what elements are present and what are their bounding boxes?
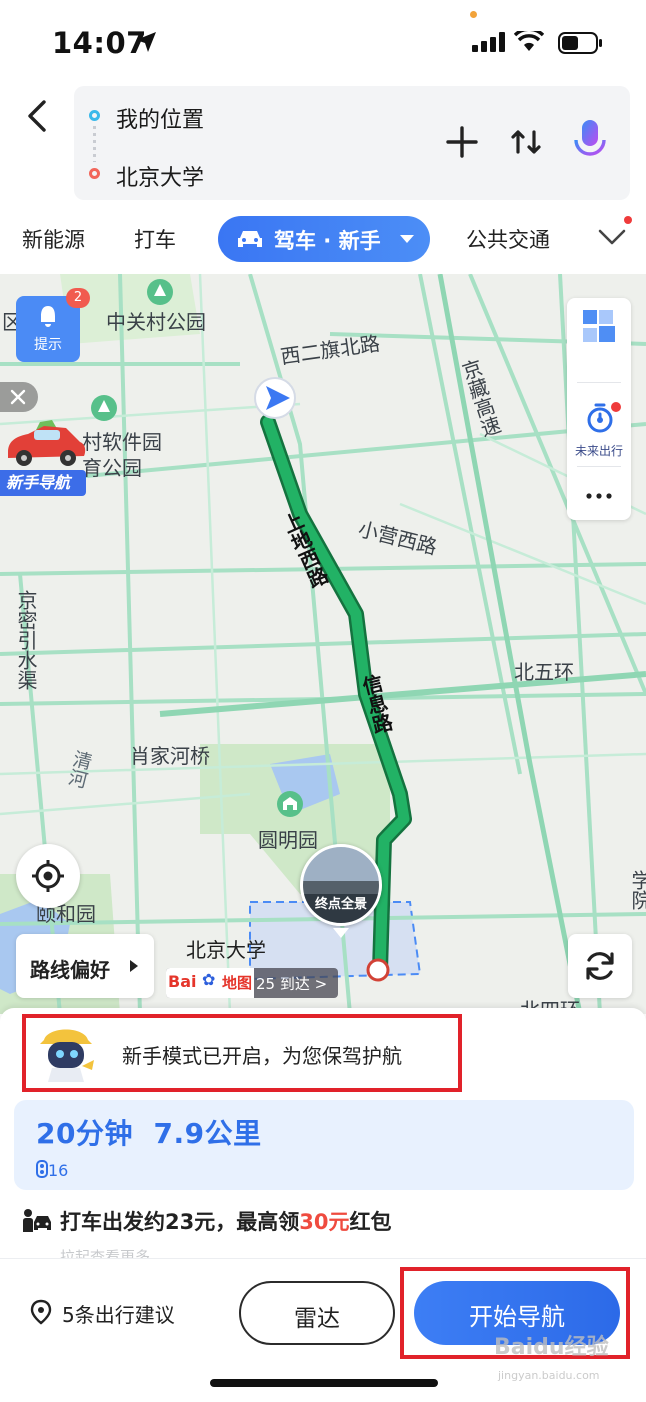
taxi-offer-text: 打车出发约23元，最高领30元红包 — [60, 1206, 391, 1236]
map-label-zhongguancun-park: 中关村公园 — [106, 310, 206, 334]
route-header: 我的位置 北京大学 — [0, 84, 646, 208]
route-duration-distance: 20分钟 7.9公里 — [36, 1112, 262, 1152]
route-input-box: 我的位置 北京大学 — [74, 86, 630, 200]
route-preference-label: 路线偏好 — [30, 958, 110, 982]
newbie-mode-text: 新手模式已开启，为您保驾护航 — [122, 1044, 402, 1068]
location-pin-icon — [30, 1299, 52, 1325]
status-time: 14:07 — [52, 26, 147, 60]
map-tools-panel: 未来出行 — [567, 298, 631, 520]
locate-me-button[interactable] — [16, 844, 80, 908]
newbie-nav-tag: 新手导航 — [0, 470, 86, 496]
tab-new-energy[interactable]: 新能源 — [22, 224, 85, 254]
destination-panorama[interactable]: 终点全景 — [300, 844, 382, 926]
eta-text: 25 到达 > — [256, 975, 328, 993]
taxi-person-icon — [23, 1209, 51, 1232]
battery-icon — [558, 32, 602, 54]
bottom-action-bar: 5条出行建议 雷达 开始导航 Baidu经验 jingyan.baidu.com — [0, 1258, 646, 1402]
crosshair-icon — [32, 860, 64, 892]
route-option-card[interactable]: 20分钟 7.9公里 16 — [14, 1100, 634, 1190]
route-distance: 7.9公里 — [153, 1117, 262, 1150]
radar-label: 雷达 — [294, 1306, 340, 1332]
expand-triangle-icon — [130, 960, 138, 972]
map-label-xiaojiahe-bridge: 肖家河桥 — [130, 744, 210, 768]
microphone-icon[interactable] — [570, 116, 610, 166]
baidu-paw-icon: ✿ — [202, 970, 216, 989]
panel-divider — [577, 382, 621, 383]
refresh-route-button[interactable] — [568, 934, 632, 998]
map-label-yuanmingyuan: 圆明园 — [258, 828, 318, 852]
panorama-pointer — [333, 928, 349, 938]
origin-field[interactable]: 我的位置 — [116, 102, 204, 134]
future-travel-label[interactable]: 未来出行 — [567, 442, 631, 459]
traffic-lights-value: 16 — [48, 1161, 69, 1180]
map-label-xueyuan: 学院 — [628, 870, 646, 910]
close-icon — [10, 389, 26, 405]
map-view[interactable]: 中关村公园 西二旗北路 村软件园 育公园 京藏高速 小营西路 京密引水渠 上地西… — [0, 274, 646, 1014]
park-icon — [147, 279, 173, 305]
tip-badge: 2 — [66, 288, 90, 308]
panel-divider — [577, 466, 621, 467]
map-label-peking-university: 北京大学 — [186, 938, 266, 962]
traffic-lights-count: 16 — [36, 1160, 68, 1180]
taxi-offer-prefix: 打车出发约23元，最高领 — [60, 1210, 300, 1234]
destination-panorama-label: 终点全景 — [314, 897, 367, 912]
layers-icon[interactable] — [581, 308, 617, 344]
refresh-icon — [586, 952, 614, 980]
newbie-mode-banner: 新手模式已开启，为您保驾护航 — [22, 1014, 462, 1092]
taxi-offer-suffix: 红包 — [349, 1210, 392, 1234]
home-indicator[interactable] — [210, 1379, 438, 1387]
logo-ditu-text: 地图 — [222, 974, 253, 992]
taxi-offer-amount: 30元 — [299, 1210, 350, 1234]
privacy-dot-icon — [470, 11, 477, 18]
tab-taxi[interactable]: 打车 — [134, 224, 176, 254]
cellular-signal-icon — [472, 32, 505, 52]
location-arrow-icon — [136, 32, 156, 52]
taxi-offer-row[interactable]: 打车出发约23元，最高领30元红包 — [22, 1204, 622, 1240]
tab-public-transit[interactable]: 公共交通 — [466, 224, 550, 254]
radar-button[interactable]: 雷达 — [239, 1281, 395, 1345]
future-travel-dot-icon — [611, 402, 621, 412]
watermark-text: Baidu经验 — [494, 1335, 609, 1360]
tab-drive-label: 驾车 · 新手 — [274, 229, 381, 253]
route-connector — [93, 126, 96, 162]
red-car-icon — [8, 420, 86, 466]
route-preference-button[interactable]: 路线偏好 — [16, 934, 154, 998]
map-label-north-5th-ring: 北五环 — [514, 660, 574, 684]
destination-field[interactable]: 北京大学 — [116, 160, 204, 192]
back-arrow-icon[interactable] — [22, 96, 56, 136]
tip-button-label: 提示 — [34, 337, 62, 353]
eta-pill[interactable]: Bai ✿ 地图 25 到达 > — [166, 968, 338, 998]
chevron-down-icon[interactable] — [596, 226, 628, 248]
bell-icon — [41, 306, 55, 327]
notification-dot-icon — [624, 216, 632, 224]
status-bar: 14:07 — [0, 0, 646, 84]
baidu-map-logo: Bai ✿ 地图 — [166, 968, 254, 998]
dropdown-caret-icon — [400, 235, 414, 243]
traffic-light-icon — [36, 1160, 48, 1178]
tip-button[interactable]: 提示 2 — [16, 288, 90, 362]
travel-mode-tabs: 新能源 打车 驾车 · 新手 公共交通 — [0, 208, 646, 274]
more-icon[interactable] — [585, 484, 613, 508]
wifi-icon — [514, 31, 544, 51]
route-duration: 20分钟 — [36, 1117, 133, 1150]
newbie-nav-widget[interactable]: 新手导航 — [0, 382, 100, 496]
travel-suggestions-label: 5条出行建议 — [62, 1303, 175, 1327]
destination-dot-icon — [89, 168, 100, 179]
tab-drive-newbie[interactable]: 驾车 · 新手 — [218, 216, 430, 262]
logo-bai-text: Bai — [168, 972, 197, 991]
swap-icon[interactable] — [506, 122, 546, 162]
robot-mascot-icon — [40, 1029, 94, 1082]
car-icon — [238, 231, 262, 247]
origin-dot-icon — [89, 110, 100, 121]
close-widget-button[interactable] — [0, 382, 38, 412]
start-navigation-label: 开始导航 — [469, 1303, 565, 1331]
add-stop-icon[interactable] — [442, 122, 482, 162]
scenic-spot-icon — [277, 791, 303, 817]
map-label-jingmi-canal: 京密引水渠 — [14, 590, 38, 690]
watermark-url: jingyan.baidu.com — [498, 1369, 600, 1382]
